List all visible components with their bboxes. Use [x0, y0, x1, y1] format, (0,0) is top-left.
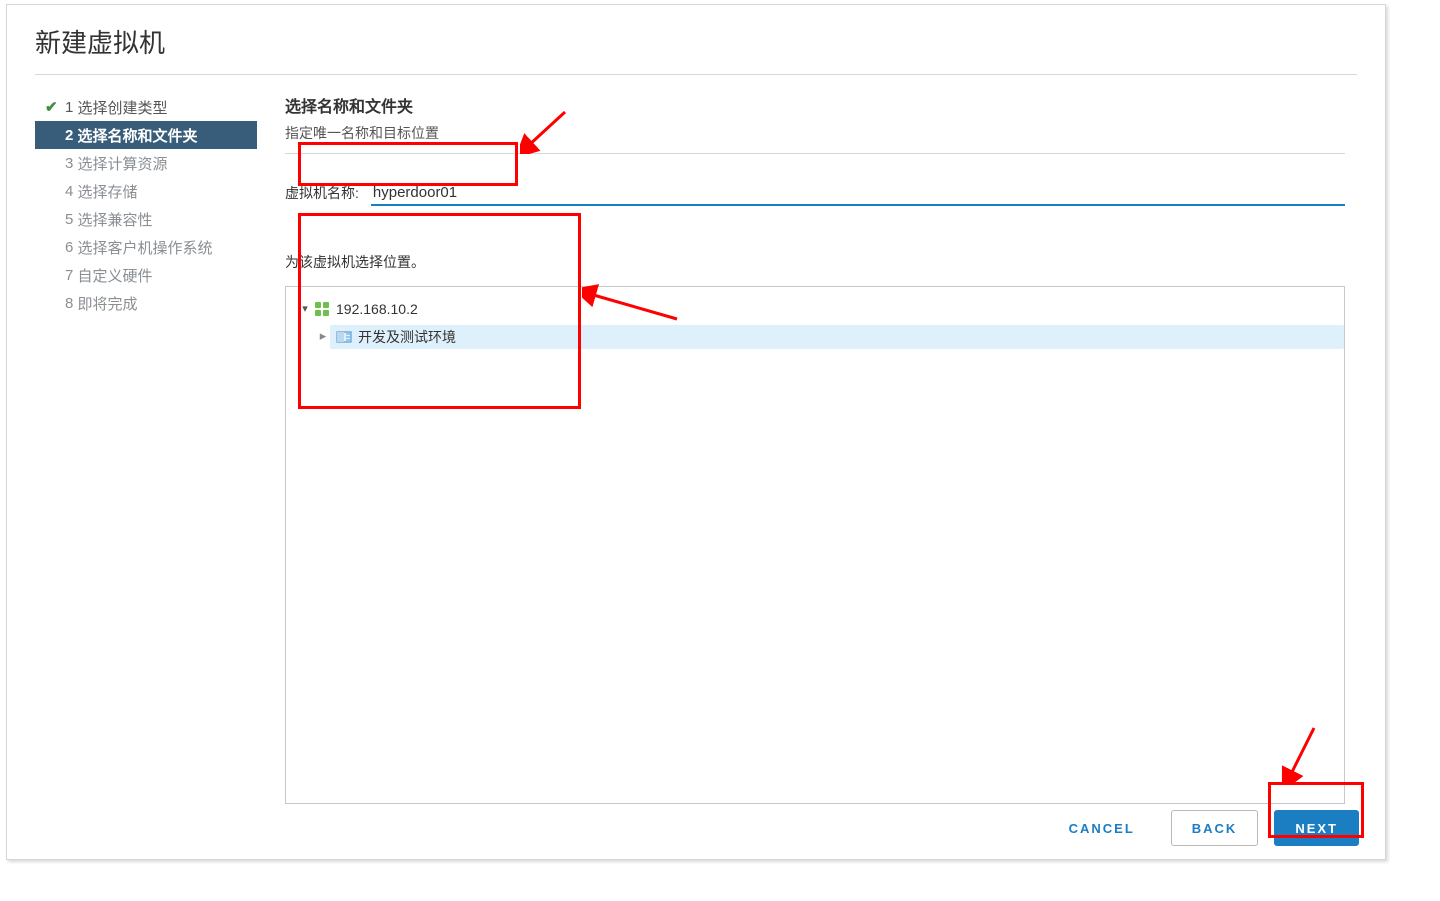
location-tree: 192.168.10.2 开发及测试环境: [286, 287, 1344, 351]
tree-root-label: 192.168.10.2: [336, 301, 418, 317]
step-6-select-guest-os: 6 选择客户机操作系统: [35, 233, 257, 261]
step-2-select-name-folder[interactable]: 2 选择名称和文件夹: [35, 121, 257, 149]
step-5-select-compatibility: 5 选择兼容性: [35, 205, 257, 233]
step-3-select-compute: 3 选择计算资源: [35, 149, 257, 177]
next-button[interactable]: NEXT: [1274, 810, 1359, 846]
step-1-select-creation-type[interactable]: ✔ 1 选择创建类型: [35, 93, 257, 121]
wizard-dialog: 新建虚拟机 ✔ 1 选择创建类型 2 选择名称和文件夹 3 选择计算资源 4: [6, 4, 1386, 860]
chevron-down-icon[interactable]: [298, 302, 312, 315]
vm-name-row: 虚拟机名称:: [285, 180, 1345, 206]
wizard-footer: CANCEL BACK NEXT: [7, 797, 1385, 859]
location-tree-container: 192.168.10.2 开发及测试环境: [285, 286, 1345, 804]
step-7-customize-hardware: 7 自定义硬件: [35, 261, 257, 289]
check-icon: ✔: [45, 98, 61, 116]
dialog-body: ✔ 1 选择创建类型 2 选择名称和文件夹 3 选择计算资源 4 选择存储: [7, 75, 1385, 804]
back-button[interactable]: BACK: [1171, 810, 1259, 846]
chevron-right-icon[interactable]: [316, 328, 330, 344]
vm-name-label: 虚拟机名称:: [285, 183, 359, 203]
pane-subtitle: 指定唯一名称和目标位置: [285, 123, 1345, 143]
wizard-steps-sidebar: ✔ 1 选择创建类型 2 选择名称和文件夹 3 选择计算资源 4 选择存储: [7, 75, 257, 804]
step-8-ready-to-complete: 8 即将完成: [35, 289, 257, 317]
location-label: 为该虚拟机选择位置。: [285, 252, 1345, 272]
tree-child-datacenter[interactable]: 开发及测试环境: [286, 323, 1344, 351]
vcenter-icon: [314, 301, 330, 317]
cancel-button[interactable]: CANCEL: [1049, 810, 1155, 846]
vm-name-input[interactable]: [371, 180, 1345, 206]
step-4-select-storage: 4 选择存储: [35, 177, 257, 205]
tree-root-vcenter[interactable]: 192.168.10.2: [286, 295, 1344, 323]
datacenter-icon: [336, 329, 352, 345]
wizard-content-pane: 选择名称和文件夹 指定唯一名称和目标位置 虚拟机名称: 为该虚拟机选择位置。 1…: [257, 75, 1385, 804]
divider: [285, 153, 1345, 154]
dialog-title: 新建虚拟机: [7, 5, 1385, 74]
tree-child-label: 开发及测试环境: [358, 327, 456, 347]
pane-title: 选择名称和文件夹: [285, 93, 1345, 117]
